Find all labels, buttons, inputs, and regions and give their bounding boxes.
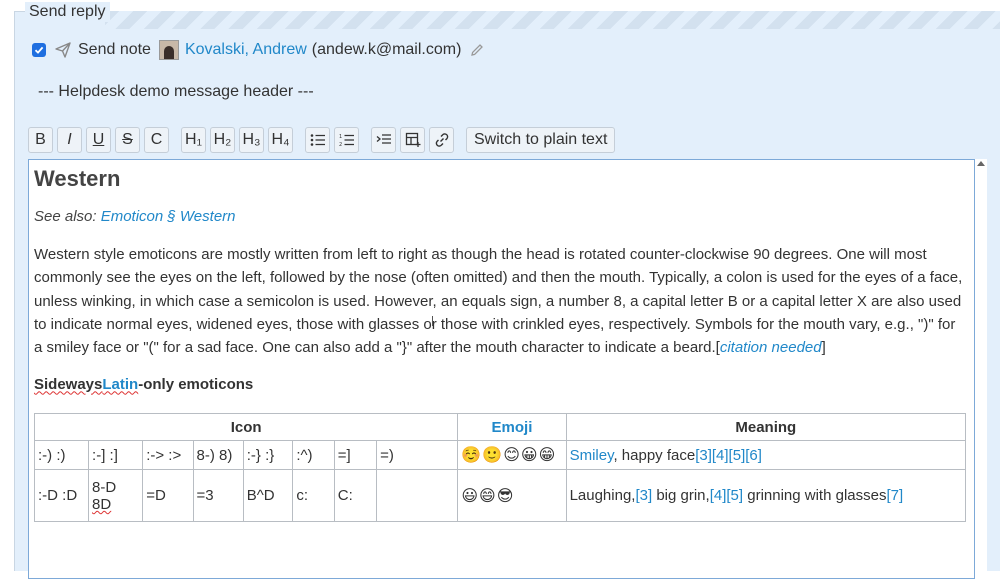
ref-link[interactable]: [3] — [635, 487, 652, 504]
insert-link-button[interactable] — [429, 127, 454, 153]
icon-cell: 8-) 8) — [192, 440, 244, 471]
numbered-list-icon: 12 — [339, 134, 354, 147]
recipient-link[interactable]: Kovalski, Andrew — [185, 41, 307, 59]
scroll-up-arrow-icon[interactable] — [977, 161, 985, 166]
send-note-row: Send note Kovalski, Andrew (andew.k@mail… — [32, 38, 485, 62]
indent-button[interactable] — [371, 127, 396, 153]
indent-icon — [376, 134, 391, 144]
icon-cell: B^D — [242, 469, 294, 523]
editor-scrollbar[interactable] — [975, 159, 987, 579]
editor-toolbar: B I U S C H₁ H₂ H₃ H₄ 12 Switch to plain… — [28, 127, 619, 153]
svg-text:1: 1 — [339, 134, 342, 140]
link-icon — [435, 133, 448, 147]
emoji-cell: 😃😄😎 — [457, 469, 567, 523]
svg-text:2: 2 — [339, 142, 342, 147]
icon-cell: :-D :D — [33, 469, 90, 523]
icon-cell: =) — [376, 440, 459, 471]
meaning-cell: Laughing,[3] big grin,[4][5] grinning wi… — [565, 469, 967, 523]
switch-plain-text-button[interactable]: Switch to plain text — [466, 127, 616, 153]
icon-cell: :-) :) — [33, 440, 90, 471]
bold-button[interactable]: B — [28, 127, 53, 153]
emoji-cell: ☺️🙂😊😀😁 — [457, 440, 567, 471]
citation-needed-link[interactable]: citation needed — [720, 339, 822, 356]
smiley-link[interactable]: Smiley — [570, 447, 614, 464]
send-note-checkbox[interactable] — [32, 43, 46, 57]
meaning-text: , happy face — [613, 446, 696, 464]
article-paragraph: Western style emoticons are mostly writt… — [34, 243, 966, 359]
panel-header-stripe — [105, 11, 1000, 29]
heading3-button[interactable]: H₃ — [239, 127, 264, 153]
strikethrough-button[interactable]: S — [115, 127, 140, 153]
icon-cell: C: — [333, 469, 378, 523]
emoji-header[interactable]: Emoji — [457, 413, 567, 442]
sub-heading-part1: Sideways — [34, 376, 103, 394]
heading4-button[interactable]: H₄ — [268, 127, 293, 153]
italic-button[interactable]: I — [57, 127, 82, 153]
ref-link[interactable]: [7] — [886, 487, 903, 504]
ref-links[interactable]: [3][4][5][6] — [695, 447, 762, 464]
icon-cell: :^) — [292, 440, 335, 471]
table-row: :-) :) :-] :] :-> :> 8-) 8) :-} :} :^) =… — [33, 440, 967, 471]
article-heading: Western — [34, 166, 121, 191]
icon-cell: :-] :] — [88, 440, 144, 471]
bullet-list-button[interactable] — [305, 127, 330, 153]
icon-header: Icon — [33, 413, 459, 442]
icon-8d-2: 8D — [92, 495, 112, 513]
icon-cell: 8-D 8D — [88, 469, 144, 523]
icon-cell: =D — [142, 469, 194, 523]
edit-recipient-pencil-icon[interactable] — [469, 42, 485, 58]
icon-cell — [376, 469, 459, 523]
bullet-list-icon — [310, 134, 325, 146]
ref-link[interactable]: [4][5] — [710, 487, 743, 504]
sub-heading: SidewaysLatin-only emoticons — [34, 375, 966, 395]
see-also-note: See also: Emoticon § Western — [34, 207, 966, 227]
icon-cell: :-> :> — [142, 440, 194, 471]
avatar — [158, 40, 179, 60]
recipient-email: (andew.k@mail.com) — [311, 41, 462, 58]
table-row: :-D :D 8-D 8D =D =3 B^D c: C: 😃😄😎 Laughin… — [33, 469, 967, 523]
meaning-text: grinning with glasses — [743, 487, 887, 505]
table-header-row: Icon Emoji Meaning — [33, 413, 967, 442]
meaning-header: Meaning — [565, 413, 967, 442]
underline-button[interactable]: U — [86, 127, 111, 153]
meaning-text: Laughing, — [569, 487, 636, 505]
numbered-list-button[interactable]: 12 — [334, 127, 359, 153]
rich-text-editor[interactable]: Western See also: Emoticon § Western Wes… — [28, 159, 975, 579]
icon-cell: :-} :} — [242, 440, 294, 471]
icon-cell: =3 — [192, 469, 244, 523]
see-also-prefix: See also: — [34, 208, 101, 225]
latin-link[interactable]: Latin — [102, 376, 138, 393]
icon-8d: 8-D — [92, 478, 117, 496]
insert-table-button[interactable] — [400, 127, 425, 153]
send-reply-legend: Send reply — [25, 2, 110, 22]
message-header-line: --- Helpdesk demo message header --- — [38, 83, 314, 100]
heading1-button[interactable]: H₁ — [181, 127, 206, 153]
emoticon-table: Icon Emoji Meaning :-) :) :-] :] :-> :> … — [33, 413, 967, 523]
icon-cell: c: — [292, 469, 335, 523]
icon-cell: =] — [333, 440, 378, 471]
cite-close: ] — [821, 339, 826, 357]
paper-plane-icon — [54, 41, 72, 59]
sub-heading-part2: -only emoticons — [138, 376, 254, 394]
code-button[interactable]: C — [144, 127, 169, 153]
text-cursor — [432, 316, 433, 326]
send-note-label: Send note — [78, 41, 151, 58]
heading2-button[interactable]: H₂ — [210, 127, 235, 153]
table-icon — [405, 132, 420, 147]
editor-content: Western See also: Emoticon § Western Wes… — [33, 165, 967, 523]
meaning-cell: Smiley, happy face[3][4][5][6] — [565, 440, 967, 471]
meaning-text: big grin, — [652, 487, 710, 505]
see-also-link[interactable]: Emoticon § Western — [101, 208, 236, 225]
